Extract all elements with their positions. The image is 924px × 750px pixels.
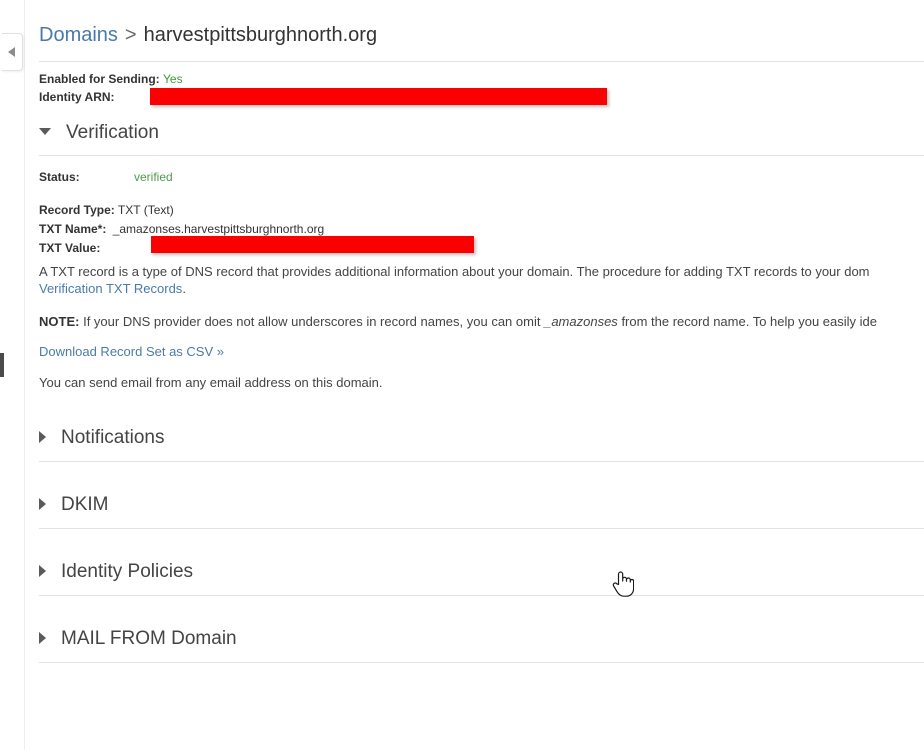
enabled-for-sending-value: Yes — [163, 72, 183, 86]
caret-right-icon — [39, 497, 46, 510]
caret-right-icon — [39, 430, 46, 443]
identity-policies-divider — [39, 595, 924, 596]
underscore-note: NOTE: If your DNS provider does not allo… — [39, 312, 877, 331]
txt-name-row: TXT Name*: _amazonses.harvestpittsburghn… — [39, 222, 324, 236]
breadcrumb-separator: > — [124, 24, 137, 46]
note-text-part1: If your DNS provider does not allow unde… — [83, 314, 541, 329]
status-label: Status: — [39, 170, 80, 184]
notifications-divider — [39, 461, 924, 462]
txt-value-label: TXT Value: — [39, 241, 101, 255]
breadcrumb: Domains > harvestpittsburghnorth.org — [39, 21, 377, 49]
section-header-mail-from-domain[interactable]: MAIL FROM Domain — [39, 626, 237, 652]
section-header-dkim-label: DKIM — [61, 494, 109, 515]
enabled-for-sending-label: Enabled for Sending: — [39, 72, 160, 86]
section-header-notifications[interactable]: Notifications — [39, 425, 165, 451]
verification-divider — [39, 155, 924, 156]
mail-from-domain-divider — [39, 662, 924, 663]
breadcrumb-link-domains[interactable]: Domains — [39, 24, 118, 46]
caret-right-icon — [39, 564, 46, 577]
record-type-label: Record Type: — [39, 203, 115, 217]
enabled-for-sending-row: Enabled for Sending: Yes — [39, 72, 183, 86]
verification-records-link-line: Verification TXT Records. — [39, 279, 186, 298]
domain-detail-panel: Domains > harvestpittsburghnorth.org Enabl… — [24, 0, 924, 750]
breadcrumb-current-domain: harvestpittsburghnorth.org — [143, 24, 378, 46]
section-header-identity-policies[interactable]: Identity Policies — [39, 559, 193, 585]
txt-name-value: _amazonses.harvestpittsburghnorth.org — [112, 222, 325, 236]
txt-value-redaction — [151, 236, 474, 253]
send-email-note: You can send email from any email addres… — [39, 375, 383, 390]
record-type-value: TXT (Text) — [117, 203, 174, 217]
caret-left-icon — [8, 47, 15, 57]
section-header-notifications-label: Notifications — [61, 427, 165, 448]
identity-arn-redaction — [150, 88, 607, 105]
note-text-part2: from the record name. To help you easily… — [621, 314, 878, 329]
dkim-divider — [39, 528, 924, 529]
left-nav-rail — [0, 0, 25, 750]
header-divider — [39, 61, 924, 62]
download-record-set-csv-link[interactable]: Download Record Set as CSV » — [39, 344, 224, 359]
section-header-identity-policies-label: Identity Policies — [61, 561, 194, 582]
record-type-row: Record Type: TXT (Text) — [39, 203, 174, 217]
status-value: verified — [134, 170, 173, 184]
verification-txt-records-link-suffix: . — [182, 281, 186, 296]
txt-name-label: TXT Name*: — [39, 222, 107, 236]
section-header-verification[interactable]: Verification — [39, 120, 159, 146]
scroll-edge-marker — [0, 353, 4, 377]
section-header-dkim[interactable]: DKIM — [39, 492, 109, 518]
caret-right-icon — [39, 631, 46, 644]
section-header-mail-from-domain-label: MAIL FROM Domain — [61, 628, 237, 649]
note-text-italic: _amazonses — [544, 314, 618, 329]
identity-arn-label: Identity ARN: — [39, 90, 115, 104]
section-header-verification-label: Verification — [66, 122, 159, 143]
sidebar-collapse-handle[interactable] — [2, 33, 23, 71]
txt-record-description-text: A TXT record is a type of DNS record tha… — [39, 264, 870, 279]
note-label: NOTE: — [39, 314, 80, 329]
verification-txt-records-link[interactable]: Verification TXT Records — [39, 281, 182, 296]
txt-value-row: TXT Value: — [39, 241, 100, 255]
caret-down-icon — [39, 127, 51, 135]
